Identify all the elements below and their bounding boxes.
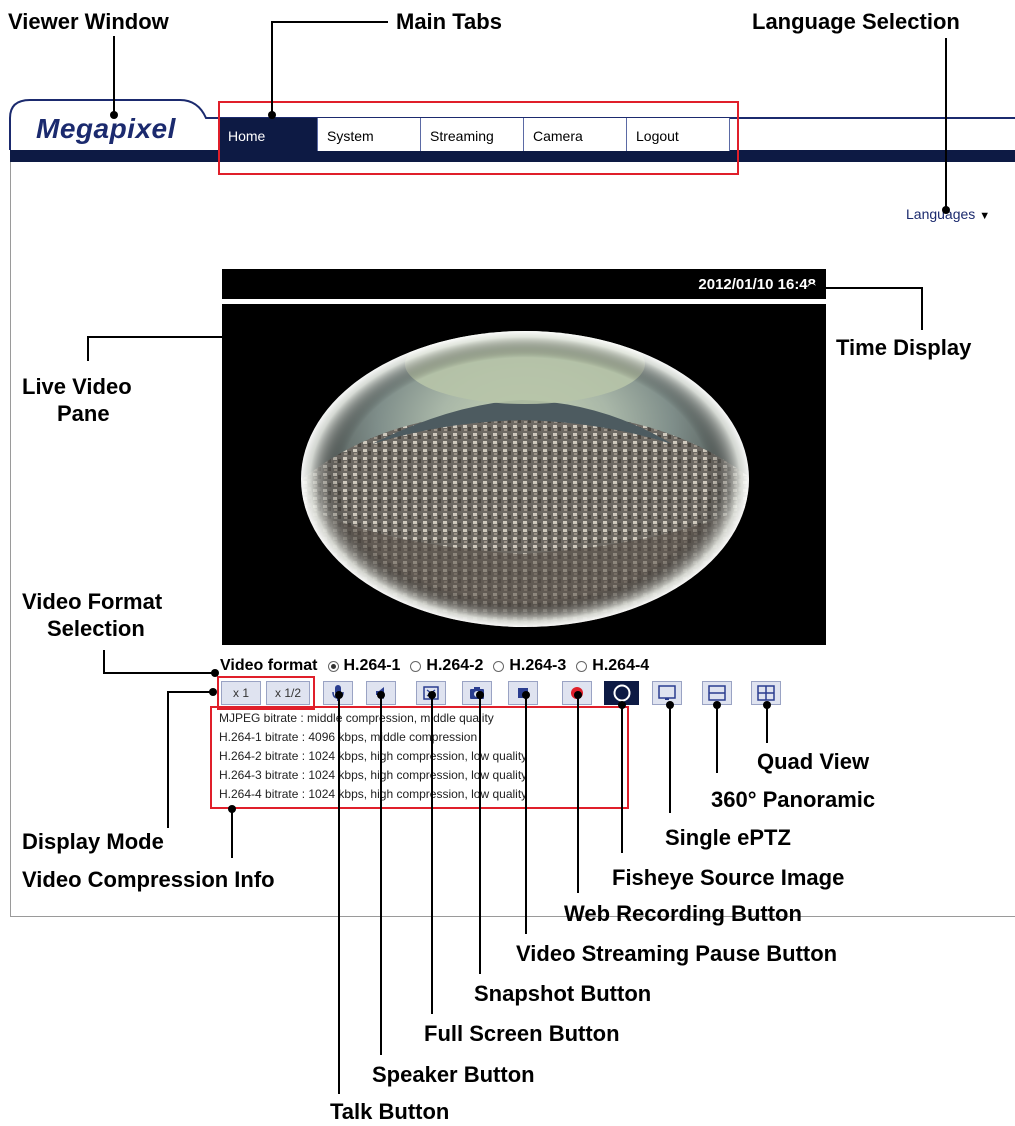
callout-video-format-line2: Selection	[47, 616, 145, 641]
callout-web-recording-button: Web Recording Button	[564, 901, 802, 926]
callout-quad-view: Quad View	[757, 749, 870, 774]
callout-time-display: Time Display	[836, 335, 972, 360]
callout-talk-button: Talk Button	[330, 1099, 450, 1124]
callout-language-selection: Language Selection	[752, 9, 960, 34]
callout-video-format-line1: Video Format	[22, 589, 163, 614]
callout-main-tabs: Main Tabs	[396, 9, 502, 34]
callout-snapshot-button: Snapshot Button	[474, 981, 652, 1006]
callout-live-video-pane-line1: Live Video	[22, 374, 132, 399]
callout-video-streaming-pause-button: Video Streaming Pause Button	[516, 941, 838, 966]
callout-360-panoramic: 360° Panoramic	[711, 787, 876, 812]
callout-live-video-pane-line2: Pane	[57, 401, 110, 426]
callout-leaders	[87, 21, 950, 1094]
callout-full-screen-button: Full Screen Button	[424, 1021, 620, 1046]
callout-viewer-window: Viewer Window	[8, 9, 169, 34]
callout-speaker-button: Speaker Button	[372, 1062, 535, 1087]
callout-single-eptz: Single ePTZ	[665, 825, 791, 850]
callout-fisheye-source-image: Fisheye Source Image	[612, 865, 845, 890]
callout-video-compression-info: Video Compression Info	[22, 867, 275, 892]
callout-display-mode: Display Mode	[22, 829, 164, 854]
